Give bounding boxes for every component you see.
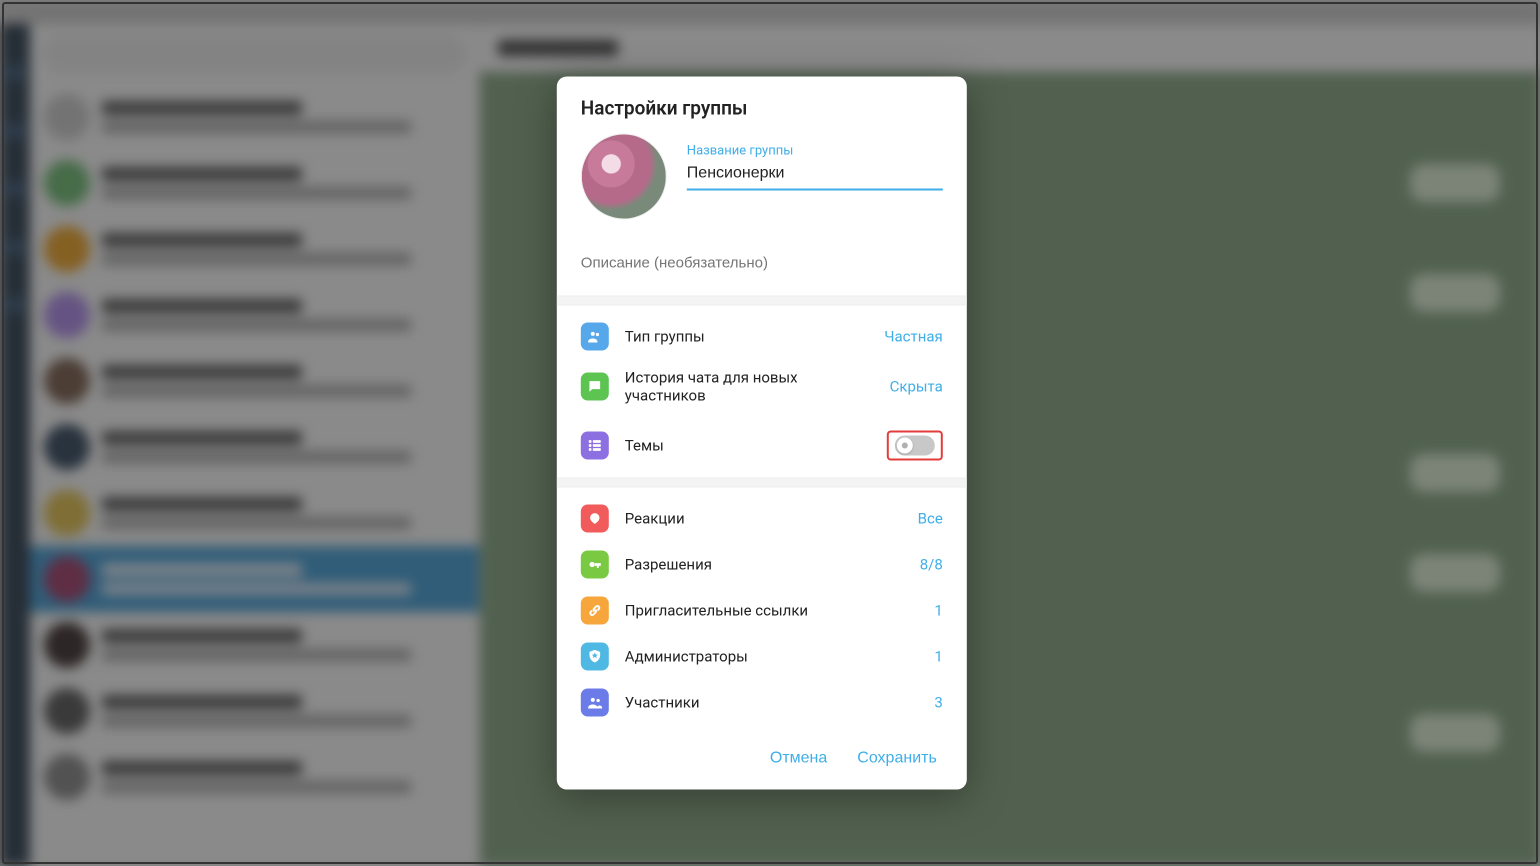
lock-icon [897, 438, 913, 454]
group-type-value: Частная [884, 328, 943, 346]
members-label: Участники [625, 694, 919, 712]
group-type-row[interactable]: Тип группы Частная [557, 314, 967, 360]
members-icon [581, 689, 609, 717]
members-row[interactable]: Участники 3 [557, 680, 967, 726]
reactions-label: Реакции [625, 510, 902, 528]
permissions-value: 8/8 [920, 556, 943, 574]
group-name-input[interactable] [687, 163, 943, 191]
reactions-icon [581, 505, 609, 533]
save-button[interactable]: Сохранить [857, 750, 937, 768]
group-type-icon [581, 323, 609, 351]
reactions-value: Все [918, 510, 943, 528]
topics-icon [581, 432, 609, 460]
group-description-input[interactable] [581, 255, 943, 272]
invite-links-row[interactable]: Пригласительные ссылки 1 [557, 588, 967, 634]
admins-value: 1 [934, 648, 942, 666]
topics-toggle[interactable] [895, 436, 935, 456]
permissions-label: Разрешения [625, 556, 904, 574]
invite-links-value: 1 [934, 602, 942, 620]
admins-icon [581, 643, 609, 671]
invite-links-label: Пригласительные ссылки [625, 602, 919, 620]
permissions-icon [581, 551, 609, 579]
modal-title: Настройки группы [557, 77, 967, 134]
admins-row[interactable]: Администраторы 1 [557, 634, 967, 680]
reactions-row[interactable]: Реакции Все [557, 496, 967, 542]
group-type-label: Тип группы [625, 328, 868, 346]
chat-history-row[interactable]: История чата для новых участников Скрыта [557, 360, 967, 414]
cancel-button[interactable]: Отмена [770, 750, 827, 768]
chat-history-icon [581, 373, 609, 401]
group-name-label: Название группы [687, 144, 943, 159]
members-value: 3 [934, 694, 942, 712]
chat-history-label: История чата для новых участников [625, 369, 874, 405]
group-settings-modal: Настройки группы Название группы Тип гру… [557, 77, 967, 790]
group-photo[interactable] [581, 134, 667, 220]
topics-toggle-highlight [887, 431, 943, 461]
invite-links-icon [581, 597, 609, 625]
topics-row[interactable]: Темы [557, 422, 967, 470]
topics-label: Темы [625, 437, 871, 455]
chat-history-value: Скрыта [890, 378, 943, 396]
admins-label: Администраторы [625, 648, 919, 666]
permissions-row[interactable]: Разрешения 8/8 [557, 542, 967, 588]
